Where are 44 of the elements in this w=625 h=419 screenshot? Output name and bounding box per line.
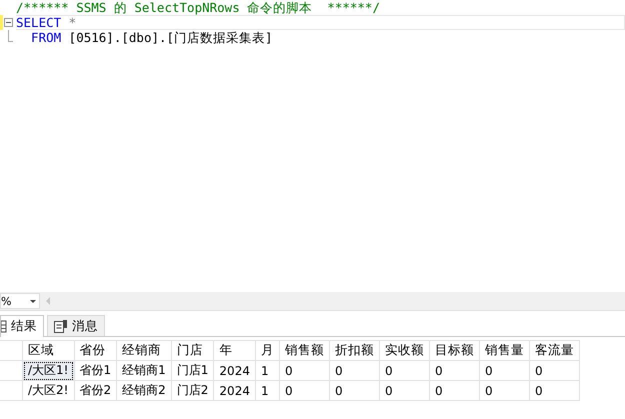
code-line: FROM [0516].[dbo].[门店数据采集表] (30, 30, 274, 45)
table-cell: 0 (429, 380, 480, 400)
column-header[interactable]: 省份 (74, 340, 117, 360)
table-cell: /大区2! (22, 380, 74, 400)
table-cell: 0 (279, 380, 330, 400)
table-cell: 省份2 (74, 380, 117, 400)
table-cell: 门店2 (171, 380, 214, 400)
table-cell: 1 (255, 380, 280, 400)
code-line: SELECT * (16, 15, 625, 30)
table-cell: 门店1 (171, 360, 214, 380)
column-header[interactable]: 销售量 (479, 340, 530, 360)
column-header[interactable]: 目标额 (429, 340, 480, 360)
table-cell: 0 (429, 360, 480, 380)
column-header[interactable]: 客流量 (529, 340, 580, 360)
table-cell: 0 (279, 360, 330, 380)
table-cell: 1 (255, 360, 280, 380)
table-cell: 2024 (214, 360, 256, 380)
column-header[interactable]: 门店 (171, 340, 214, 360)
column-header[interactable]: 年 (214, 340, 256, 360)
message-icon (54, 320, 68, 332)
column-header[interactable]: 实收额 (379, 340, 430, 360)
table-cell: 0 (379, 360, 430, 380)
collapse-icon[interactable] (4, 18, 13, 27)
table-cell: 0 (379, 380, 430, 400)
column-header[interactable]: 销售额 (279, 340, 330, 360)
table-cell: 0 (329, 360, 380, 380)
table-cell: 经销商2 (116, 380, 172, 400)
grid-icon (1, 320, 7, 333)
table-cell: 省份1 (74, 360, 117, 380)
table-cell: 0 (479, 380, 530, 400)
column-header[interactable]: 月 (255, 340, 280, 360)
table-cell: 0 (329, 380, 380, 400)
column-header[interactable]: 折扣额 (329, 340, 380, 360)
code-line: /****** SSMS 的 SelectTopNRows 命令的脚本 ******/ (16, 0, 381, 15)
table-cell: 0 (479, 360, 530, 380)
table-cell: /大区1! (22, 360, 74, 380)
results-tab[interactable]: 结果 (0, 315, 44, 337)
table-cell: 经销商1 (116, 360, 172, 380)
table-cell: 0 (529, 380, 580, 400)
results-tab[interactable]: 消息 (47, 315, 105, 336)
zoom-dropdown[interactable]: % (0, 293, 40, 309)
table-cell: 0 (529, 360, 580, 380)
table-cell: 2024 (214, 380, 256, 400)
column-header[interactable]: 经销商 (116, 340, 172, 360)
